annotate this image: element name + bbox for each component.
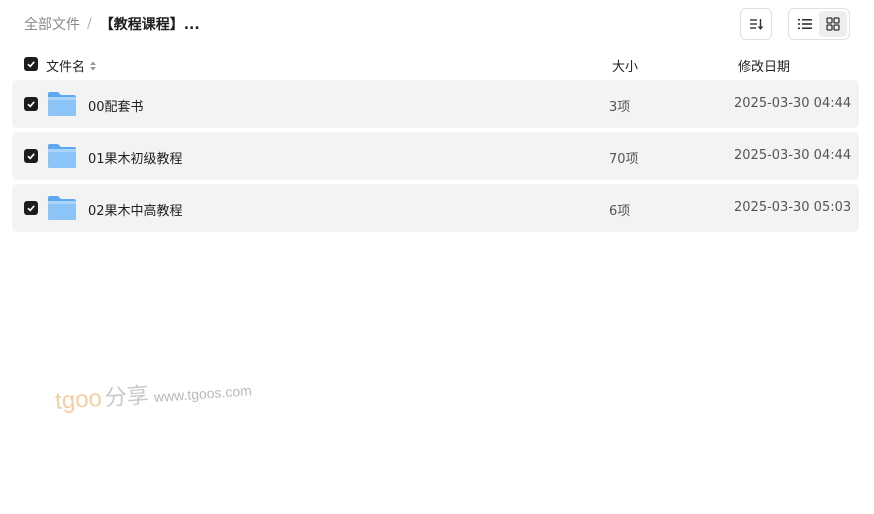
row-checkbox[interactable] xyxy=(24,97,38,111)
file-name: 02果木中高教程 xyxy=(88,204,183,219)
sort-descending-icon xyxy=(750,19,764,30)
date-column-header[interactable]: 修改日期 xyxy=(738,56,790,75)
checkmark-icon xyxy=(27,61,35,68)
file-browser: 全部文件 / 【教程课程】... 文件名 大小 修改日期 00配套书 3项 20… xyxy=(0,0,874,514)
list-view-icon xyxy=(798,19,812,29)
file-row[interactable]: 00配套书 3项 2025-03-30 04:44 xyxy=(12,80,859,128)
file-size: 70项 xyxy=(609,152,639,167)
file-date: 2025-03-30 04:44 xyxy=(734,96,852,111)
sort-button[interactable] xyxy=(740,8,772,40)
view-toggle xyxy=(788,8,850,40)
file-row[interactable]: 02果木中高教程 6项 2025-03-30 05:03 xyxy=(12,184,859,232)
file-name: 00配套书 xyxy=(88,100,144,115)
file-row[interactable]: 01果木初级教程 70项 2025-03-30 04:44 xyxy=(12,132,859,180)
breadcrumb-separator: / xyxy=(87,16,92,32)
folder-icon xyxy=(48,144,76,168)
folder-icon xyxy=(48,92,76,116)
watermark: tgoo 分享 www.tgoos.com xyxy=(54,370,253,416)
grid-view-button[interactable] xyxy=(819,11,847,37)
checkmark-icon xyxy=(27,101,35,108)
row-checkbox[interactable] xyxy=(24,149,38,163)
breadcrumb-current: 【教程课程】... xyxy=(99,17,200,33)
folder-icon xyxy=(48,196,76,220)
size-column-header[interactable]: 大小 xyxy=(612,56,638,75)
breadcrumb: 全部文件 / 【教程课程】... xyxy=(24,14,200,34)
watermark-share: 分享 xyxy=(103,382,150,411)
grid-view-icon xyxy=(826,17,840,31)
sort-toggle-icon xyxy=(90,61,97,70)
checkmark-icon xyxy=(27,153,35,160)
breadcrumb-root-link[interactable]: 全部文件 xyxy=(24,14,80,34)
list-view-button[interactable] xyxy=(791,11,819,37)
file-size: 3项 xyxy=(609,100,631,115)
name-column-label: 文件名 xyxy=(46,60,86,75)
file-size: 6项 xyxy=(609,204,631,219)
watermark-brand: tgoo xyxy=(54,384,103,415)
watermark-url: www.tgoos.com xyxy=(153,382,253,406)
select-all-checkbox[interactable] xyxy=(24,57,38,71)
list-header: 文件名 大小 修改日期 xyxy=(0,52,874,76)
name-column-header[interactable]: 文件名 xyxy=(46,56,97,75)
checkmark-icon xyxy=(27,205,35,212)
top-bar: 全部文件 / 【教程课程】... xyxy=(0,0,874,48)
file-date: 2025-03-30 04:44 xyxy=(734,148,852,163)
file-name: 01果木初级教程 xyxy=(88,152,183,167)
file-date: 2025-03-30 05:03 xyxy=(734,200,852,215)
row-checkbox[interactable] xyxy=(24,201,38,215)
